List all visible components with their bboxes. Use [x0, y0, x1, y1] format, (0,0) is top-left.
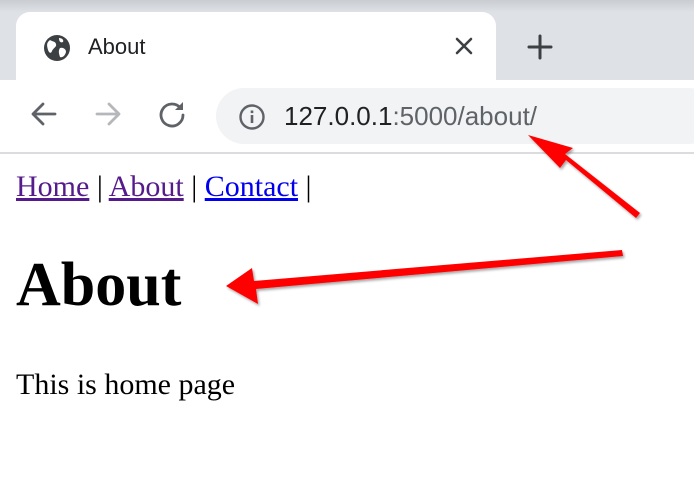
active-tab[interactable]: About	[16, 12, 496, 82]
nav-link-contact[interactable]: Contact	[205, 170, 298, 203]
address-bar[interactable]: 127.0.0.1:5000/about/	[216, 88, 694, 144]
page-content: Home | About | Contact | About This is h…	[0, 154, 694, 478]
tab-strip: About	[0, 0, 694, 82]
tab-title: About	[88, 34, 146, 59]
reload-icon[interactable]	[156, 98, 188, 130]
nav-separator: |	[305, 170, 312, 203]
nav-link-home[interactable]: Home	[16, 170, 89, 203]
window-top-edge	[0, 0, 694, 12]
nav-separator: |	[191, 170, 198, 203]
page-paragraph: This is home page	[16, 368, 236, 401]
url-path: :5000/about/	[392, 101, 538, 131]
nav-separator: |	[96, 170, 103, 203]
site-nav: Home | About | Contact |	[16, 168, 312, 206]
nav-link-about[interactable]: About	[109, 170, 184, 203]
plus-icon[interactable]	[524, 31, 556, 63]
url-host: 127.0.0.1	[284, 101, 393, 131]
info-icon[interactable]	[238, 103, 266, 131]
browser-toolbar: 127.0.0.1:5000/about/	[0, 80, 694, 154]
globe-icon	[44, 35, 70, 61]
close-icon[interactable]	[450, 32, 478, 60]
url-text[interactable]: 127.0.0.1:5000/about/	[284, 99, 537, 133]
page-title: About	[16, 251, 182, 319]
arrow-left-icon[interactable]	[28, 98, 60, 130]
arrow-right-icon[interactable]	[92, 98, 124, 130]
